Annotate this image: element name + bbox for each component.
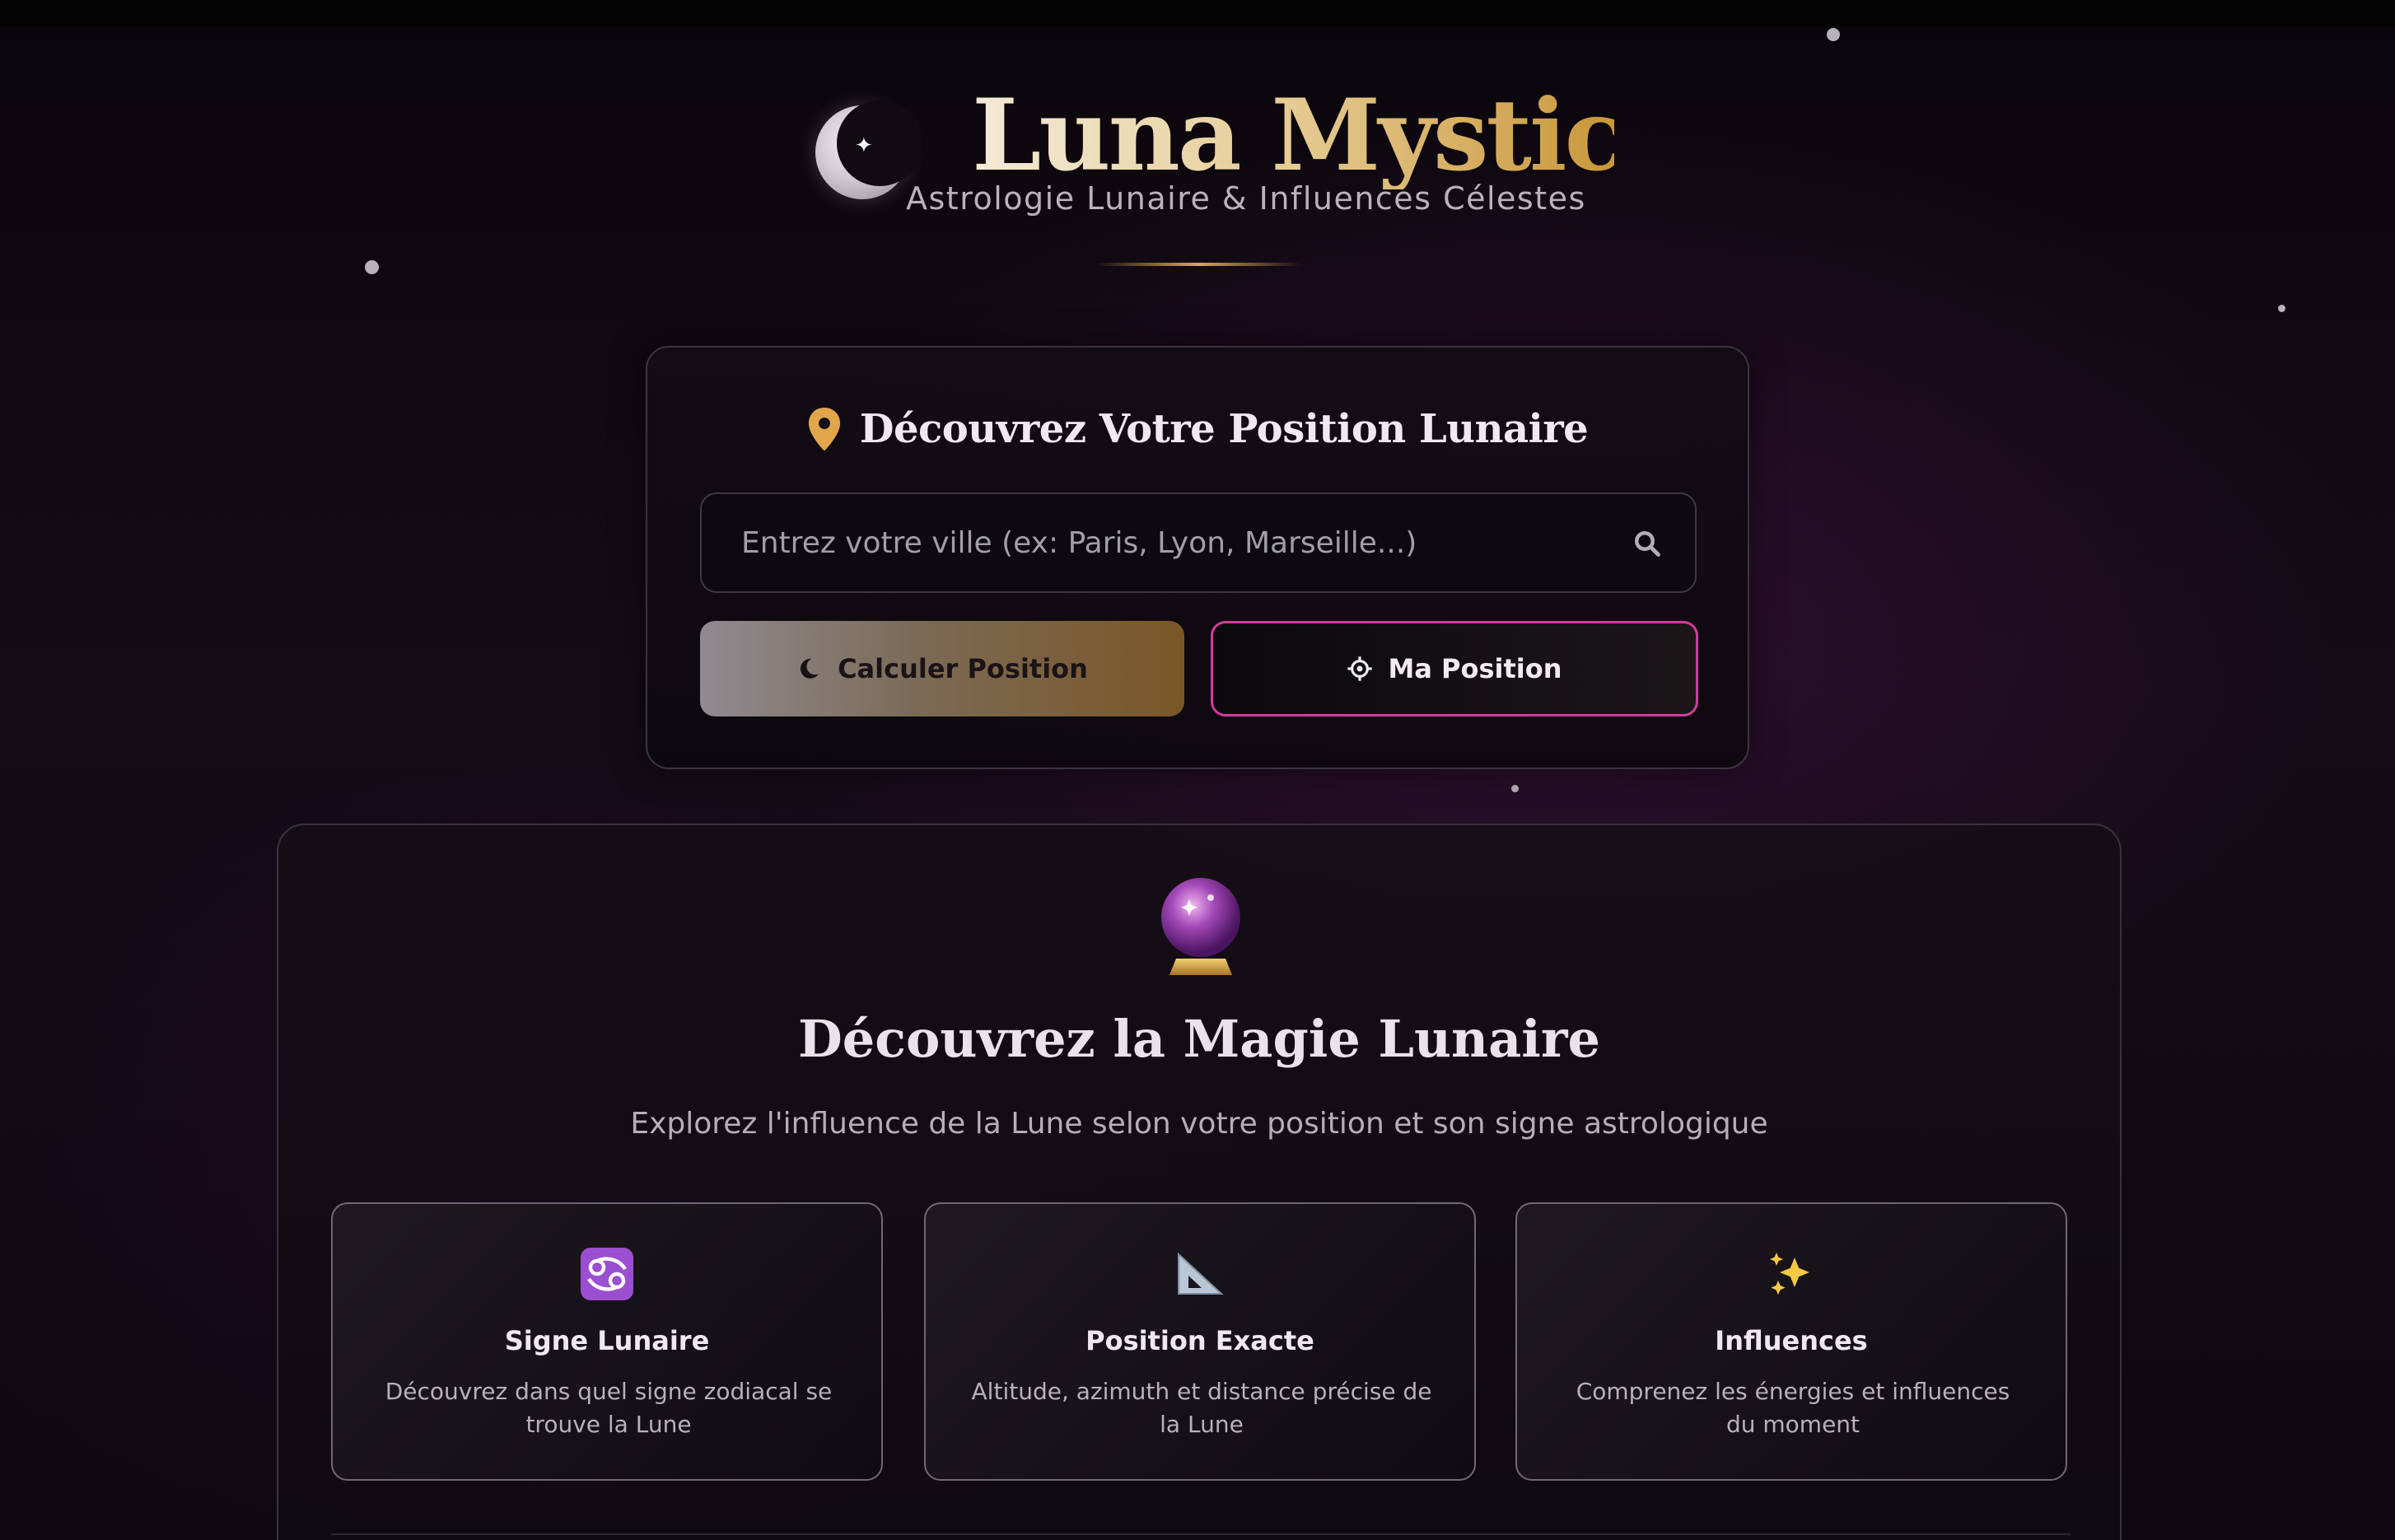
- cancer-zodiac-icon: [581, 1248, 633, 1300]
- search-icon[interactable]: [1632, 529, 1662, 558]
- feature-card-exact-position: Position Exacte Altitude, azimuth et dis…: [924, 1202, 1476, 1481]
- star-decoration: [1827, 28, 1840, 41]
- search-field: [700, 492, 1697, 593]
- site-title: Luna Mystica: [972, 77, 1686, 194]
- discover-subtitle: Explorez l'influence de la Lune selon vo…: [630, 1107, 1768, 1141]
- feature-description: Altitude, azimuth et distance précise de…: [971, 1378, 1432, 1438]
- calculate-position-label: Calculer Position: [838, 653, 1088, 684]
- location-search-card: Découvrez Votre Position Lunaire Calcule…: [646, 346, 1749, 769]
- crescent-moon-icon: ✦: [815, 100, 922, 199]
- search-card-heading: Découvrez Votre Position Lunaire: [647, 400, 1748, 458]
- map-pin-icon: [808, 408, 840, 450]
- star-decoration: [1511, 785, 1519, 792]
- section-divider: [331, 1533, 2071, 1535]
- feature-title: Signe Lunaire: [504, 1325, 710, 1356]
- sparkles-icon: [1770, 1253, 1809, 1295]
- moon-icon: [801, 659, 819, 679]
- crosshair-icon: [1347, 656, 1373, 681]
- search-card-title: Découvrez Votre Position Lunaire: [859, 406, 1589, 452]
- site-header: ✦ Luna Mystica Astrologie Lunaire & Infl…: [0, 66, 2395, 272]
- feature-card-lunar-sign: Signe Lunaire Découvrez dans quel signe …: [331, 1202, 883, 1481]
- feature-title: Influences: [1715, 1325, 1868, 1356]
- city-search-input[interactable]: [702, 494, 1695, 591]
- discover-title: Découvrez la Magie Lunaire: [798, 1009, 1600, 1069]
- my-position-label: Ma Position: [1388, 653, 1562, 684]
- feature-title: Position Exacte: [1085, 1325, 1314, 1356]
- triangular-ruler-icon: [1178, 1252, 1224, 1295]
- site-subtitle: Astrologie Lunaire & Influences Célestes: [906, 180, 1586, 217]
- feature-description: Comprenez les énergies et influences du …: [1576, 1378, 2010, 1438]
- top-bar: [0, 0, 2395, 26]
- feature-card-influences: Influences Comprenez les énergies et inf…: [1515, 1202, 2067, 1481]
- my-position-button[interactable]: Ma Position: [1211, 621, 1698, 716]
- star-decoration: [2278, 305, 2285, 312]
- feature-description: Découvrez dans quel signe zodiacal se tr…: [385, 1378, 833, 1438]
- calculate-position-button[interactable]: Calculer Position: [700, 621, 1184, 716]
- discover-section: Découvrez la Magie Lunaire Explorez l'in…: [277, 824, 2122, 1540]
- crystal-ball-icon: [1161, 878, 1240, 975]
- header-divider: [1095, 263, 1301, 266]
